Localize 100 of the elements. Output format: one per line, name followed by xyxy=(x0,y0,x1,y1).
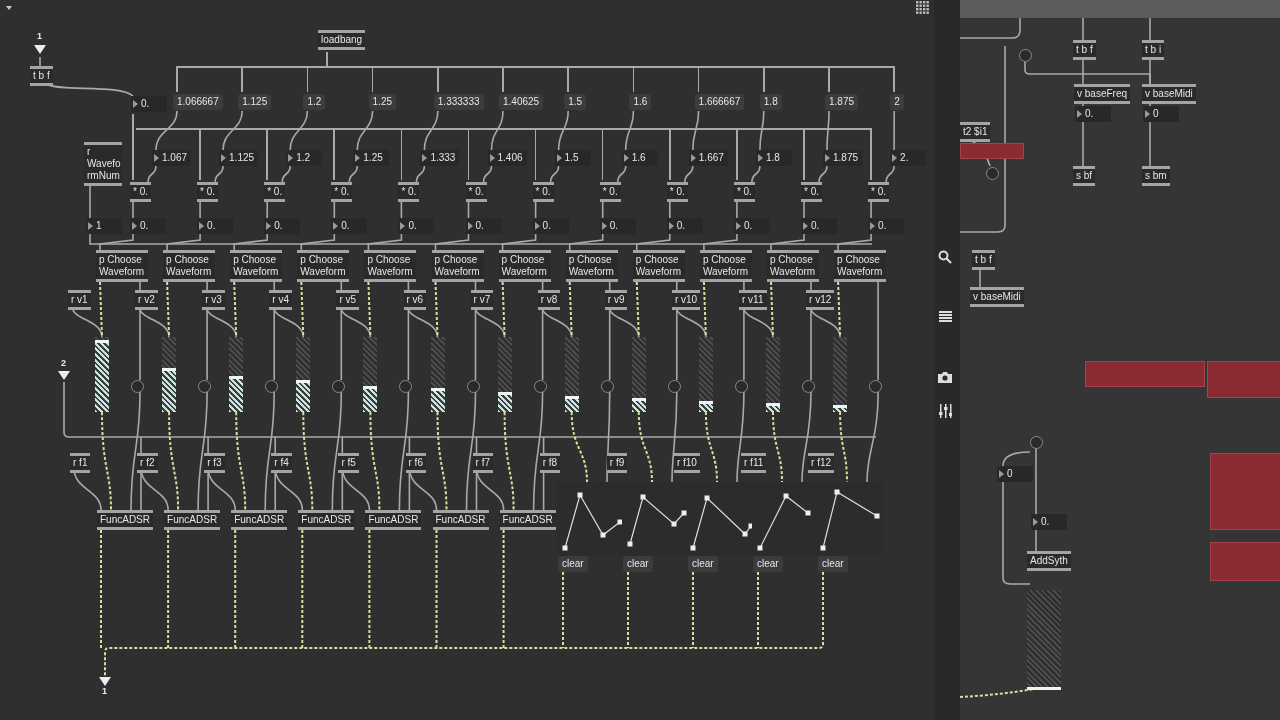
number-box[interactable]: 1.406 xyxy=(487,150,527,166)
bang-button[interactable] xyxy=(399,380,413,393)
grid-icon[interactable] xyxy=(916,1,930,15)
number-box[interactable]: 0. xyxy=(131,96,167,112)
number-box[interactable]: 1.667 xyxy=(688,150,728,166)
slider[interactable] xyxy=(698,337,713,412)
slider[interactable] xyxy=(631,337,646,412)
receive-object[interactable]: r v8 xyxy=(537,290,561,310)
receive-object[interactable]: r v5 xyxy=(336,290,360,310)
number-box[interactable]: 1.875 xyxy=(823,150,863,166)
subpatch-object[interactable]: p Choose Waveform xyxy=(96,250,148,282)
number-box[interactable]: 1.333 xyxy=(420,150,460,166)
receive-object[interactable]: r v3 xyxy=(202,290,225,310)
number-box[interactable]: 0. xyxy=(868,218,905,234)
number-box[interactable]: 1.125 xyxy=(219,150,259,166)
bang-button[interactable] xyxy=(1019,49,1032,62)
multiply-object[interactable]: * 0. xyxy=(801,182,822,202)
sliders-icon[interactable] xyxy=(939,404,952,418)
inlet-icon[interactable] xyxy=(58,371,70,380)
multiply-object[interactable]: * 0. xyxy=(398,182,420,202)
number-box[interactable]: 0. xyxy=(666,218,703,234)
multiply-object[interactable]: * 0. xyxy=(264,182,286,202)
slider[interactable] xyxy=(833,337,848,412)
number-box[interactable]: 0. xyxy=(733,218,770,234)
bang-button[interactable] xyxy=(986,167,999,180)
number-box[interactable]: 0. xyxy=(130,218,166,234)
multiply-object[interactable]: * 0. xyxy=(465,182,487,202)
receive-object[interactable]: r f6 xyxy=(405,453,426,473)
value-object[interactable]: v baseMidi xyxy=(1142,84,1196,104)
receive-object[interactable]: r f2 xyxy=(137,453,158,473)
receive-object[interactable]: r v9 xyxy=(604,290,628,310)
receive-object[interactable]: r f10 xyxy=(673,453,700,473)
number-box[interactable]: 1.5 xyxy=(554,150,591,166)
receive-object[interactable]: r v2 xyxy=(135,290,158,310)
receive-object[interactable]: r v1 xyxy=(68,290,91,310)
receive-object[interactable]: r v4 xyxy=(269,290,292,310)
envelope-object[interactable]: FuncADSR xyxy=(231,510,288,530)
trigger-object[interactable]: t b f xyxy=(1073,40,1096,60)
number-box[interactable]: 0. xyxy=(264,218,301,234)
synth-object[interactable]: AddSyth xyxy=(1027,551,1071,571)
number-box[interactable]: 2. xyxy=(890,150,927,166)
send-object[interactable]: s bf xyxy=(1073,166,1096,186)
receive-object[interactable]: r f3 xyxy=(204,453,225,473)
number-box[interactable]: 0 xyxy=(1143,106,1179,122)
message-box[interactable]: 1.40625 xyxy=(499,94,544,110)
subpatch-object[interactable]: p Choose Waveform xyxy=(163,250,216,282)
list-icon[interactable] xyxy=(939,311,952,323)
bang-button[interactable] xyxy=(869,380,883,393)
subpatch-object[interactable]: p Choose Waveform xyxy=(699,250,752,282)
number-box[interactable]: 0 xyxy=(997,466,1033,482)
multiply-object[interactable]: * 0. xyxy=(599,182,621,202)
number-box[interactable]: 0. xyxy=(599,218,636,234)
subpatch-object[interactable]: p Choose Waveform xyxy=(431,250,484,282)
receive-object[interactable]: r v10 xyxy=(671,290,701,310)
subpatch-object[interactable]: p Choose Waveform xyxy=(632,250,685,282)
slider[interactable] xyxy=(1027,590,1061,690)
receive-object[interactable]: r f9 xyxy=(606,453,628,473)
multiply-object[interactable]: * 0. xyxy=(868,182,890,202)
message-box[interactable]: 1.666667 xyxy=(694,94,745,110)
number-box[interactable]: 0. xyxy=(331,218,368,234)
clear-button[interactable]: clear xyxy=(688,556,718,572)
bang-button[interactable] xyxy=(265,380,279,393)
number-box[interactable]: 0. xyxy=(465,218,502,234)
number-box[interactable]: 0. xyxy=(1075,106,1111,122)
bang-button[interactable] xyxy=(667,380,681,393)
number-box[interactable]: 1.25 xyxy=(353,150,390,166)
subpatch-object[interactable]: p Choose Waveform xyxy=(834,250,887,282)
bang-button[interactable] xyxy=(466,380,480,393)
bang-button[interactable] xyxy=(198,380,212,393)
message-box[interactable]: 1.8 xyxy=(759,94,782,110)
receive-object[interactable]: r v12 xyxy=(806,290,835,310)
subpatch-object[interactable]: p Choose Waveform xyxy=(297,250,350,282)
receive-object[interactable]: r f11 xyxy=(741,453,767,473)
envelope-object[interactable]: FuncADSR xyxy=(432,510,489,530)
bang-button[interactable] xyxy=(533,380,547,393)
slider[interactable] xyxy=(363,337,378,412)
multiply-object[interactable]: * 0. xyxy=(197,182,219,202)
number-box[interactable]: 0. xyxy=(197,218,234,234)
multiply-object[interactable]: * 0. xyxy=(130,182,151,202)
trigger-object[interactable]: t b i xyxy=(1142,40,1165,60)
receive-object[interactable]: r f5 xyxy=(338,453,359,473)
subpatch-object[interactable]: p Choose Waveform xyxy=(230,250,283,282)
envelope-object[interactable]: FuncADSR xyxy=(365,510,422,530)
receive-object[interactable]: r f12 xyxy=(808,453,835,473)
trigger-object[interactable]: t b f xyxy=(972,250,995,270)
clear-button[interactable]: clear xyxy=(558,556,588,572)
camera-icon[interactable] xyxy=(938,371,952,383)
multiply-object[interactable]: * 0. xyxy=(331,182,353,202)
search-icon[interactable] xyxy=(938,250,952,264)
message-box[interactable]: 1.25 xyxy=(368,94,397,110)
receive-object[interactable]: r f8 xyxy=(539,453,561,473)
slider[interactable] xyxy=(564,337,579,412)
receive-object[interactable]: r Wavefo rmNum xyxy=(84,142,122,186)
number-box[interactable]: 0. xyxy=(532,218,569,234)
subpatch-object[interactable]: p Choose Waveform xyxy=(565,250,618,282)
clear-button[interactable]: clear xyxy=(818,556,848,572)
envelope-object[interactable]: FuncADSR xyxy=(499,510,556,530)
message-box[interactable]: 1.066667 xyxy=(173,94,223,110)
receive-object[interactable]: r f7 xyxy=(472,453,494,473)
bang-button[interactable] xyxy=(802,380,815,393)
